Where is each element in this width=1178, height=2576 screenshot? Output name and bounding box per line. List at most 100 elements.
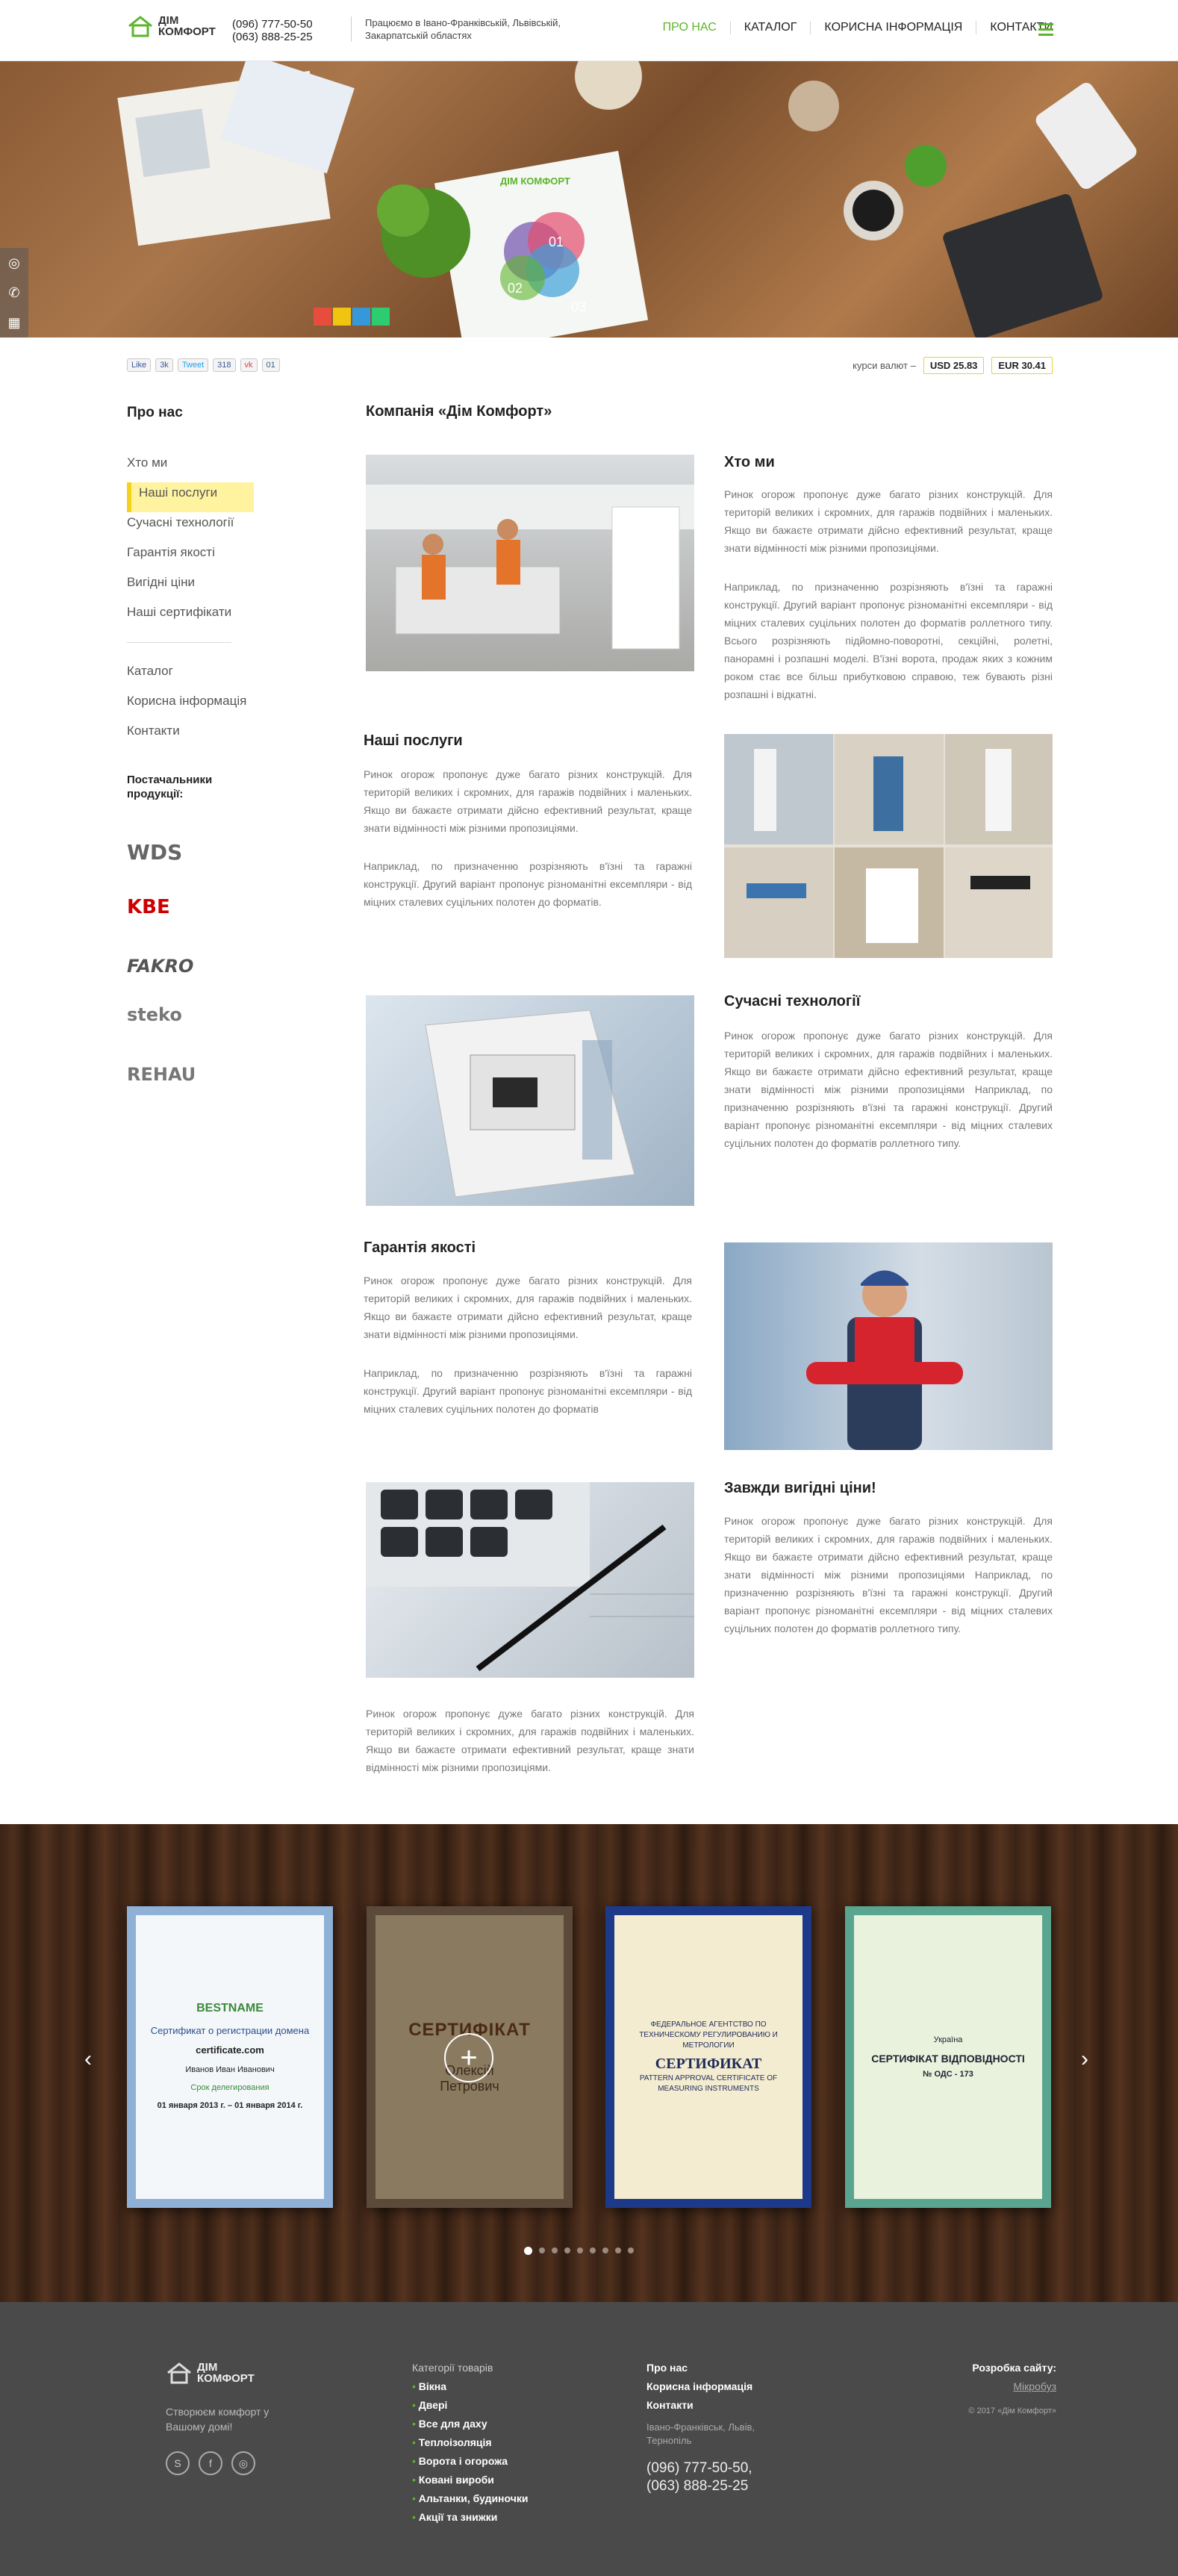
nav-useful-info[interactable]: КОРИСНА ІНФОРМАЦІЯ [810, 21, 976, 34]
carousel-next-icon[interactable]: › [1081, 2047, 1088, 2072]
skype-icon[interactable]: S [166, 2451, 190, 2475]
instagram-icon[interactable]: ◎ [0, 248, 28, 278]
sidebar-item-who-we-are[interactable]: Хто ми [127, 452, 254, 482]
sidebar-item-technologies[interactable]: Сучасні технології [127, 512, 254, 542]
supplier-steko-logo[interactable]: steko [127, 1004, 182, 1025]
section-para-prices: Ринок огорож пропонує дуже багато різних… [724, 1515, 1053, 1634]
house-icon [128, 16, 152, 37]
sidebar-item-useful-info[interactable]: Корисна інформація [127, 691, 246, 721]
site-header: ДІМ КОМФОРТ (096) 777-50-50 (063) 888-25… [0, 0, 1178, 61]
usd-rate: USD 25.83 [923, 357, 985, 374]
instagram-icon[interactable]: ◎ [231, 2451, 255, 2475]
cert-4-line2: № ОДС - 173 [923, 2069, 973, 2079]
tweet-button[interactable]: Tweet [177, 358, 209, 372]
footer-category-item[interactable]: • Акції та знижки [412, 2508, 528, 2527]
footer-link-about[interactable]: Про нас [646, 2359, 818, 2377]
footer-category-item[interactable]: • Ворота і огорожа [412, 2452, 528, 2471]
footer-phone-1[interactable]: (096) 777-50-50, [646, 2460, 818, 2477]
certificates-carousel: ‹ › BESTNAME Сертификат о регистрации до… [0, 1824, 1178, 2302]
footer-category-item[interactable]: • Двері [412, 2396, 528, 2415]
footer-logo-line1: ДІМ [197, 2361, 218, 2374]
section-para-quality-1: Ринок огорож пропонує дуже багато різних… [364, 1275, 692, 1340]
brochure-logo: ДІМ КОМФОРТ [500, 175, 570, 187]
region-text: Працюємо в Івано-Франківській, Львівські… [351, 16, 597, 42]
footer-category-item[interactable]: • Альтанки, будиночки [412, 2489, 528, 2508]
footer-categories-title: Категорії товарів [412, 2362, 493, 2374]
nav-catalog[interactable]: КАТАЛОГ [729, 21, 811, 34]
cert-1-line1: Сертификат о регистрации домена [150, 2025, 310, 2036]
carousel-dot[interactable] [539, 2247, 545, 2253]
suppliers-title: Постачальники продукції: [127, 774, 213, 800]
hero-banner: 01 02 03 ДІМ КОМФОРТ ◎ ✆ ▦ ✉ Ⓢ f ▶ [0, 61, 1178, 337]
like-count: 3k [155, 358, 173, 372]
cert-1-line3: Иванов Иван Иванович [185, 2065, 275, 2074]
cert-3-title: СЕРТИФИКАТ [655, 2056, 762, 2072]
section-para-technologies: Ринок огорож пропонує дуже багато різних… [724, 1030, 1053, 1149]
footer-link-useful-info[interactable]: Корисна інформація [646, 2377, 818, 2396]
cert-1-line5: 01 января 2013 г. – 01 января 2014 г. [157, 2101, 303, 2110]
facebook-icon[interactable]: f [199, 2451, 222, 2475]
supplier-rehau-logo[interactable]: REHAU [127, 1064, 196, 1085]
zoom-plus-icon[interactable]: + [444, 2033, 493, 2082]
footer-link-contacts[interactable]: Контакти [646, 2396, 818, 2415]
sidebar-item-certificates[interactable]: Наші сертифікати [127, 602, 254, 632]
certificate-card[interactable]: Україна СЕРТИФІКАТ ВІДПОВІДНОСТІ № ОДС -… [845, 1906, 1051, 2208]
cert-1-title: BESTNAME [196, 2002, 264, 2015]
carousel-dot[interactable] [602, 2247, 608, 2253]
nav-about[interactable]: ПРО НАС [649, 21, 730, 34]
dev-title: Розробка сайту: [972, 2362, 1056, 2374]
bottom-paragraph: Ринок огорож пропонує дуже багато різних… [366, 1708, 694, 1773]
sidebar-nav: Хто ми Наші послуги Сучасні технології Г… [127, 452, 254, 632]
qr-icon[interactable]: ▦ [0, 308, 28, 337]
workshop-image [366, 455, 694, 671]
dev-link[interactable]: Мікробуз [937, 2377, 1056, 2396]
carousel-dot[interactable] [577, 2247, 583, 2253]
carousel-dot[interactable] [564, 2247, 570, 2253]
footer-category-item[interactable]: • Все для даху [412, 2415, 528, 2433]
phone-1[interactable]: (096) 777-50-50 [232, 18, 313, 31]
certificate-card[interactable]: BESTNAME Сертификат о регистрации домена… [127, 1906, 333, 2208]
sidebar-item-quality[interactable]: Гарантія якості [127, 542, 254, 572]
carousel-dot[interactable] [590, 2247, 596, 2253]
logo-line1: ДІМ [158, 14, 179, 27]
footer-categories: Категорії товарів • Вікна • Двері • Все … [412, 2359, 528, 2527]
section-para-who-1: Ринок огорож пропонує дуже багато різних… [724, 488, 1053, 554]
carousel-prev-icon[interactable]: ‹ [84, 2047, 92, 2072]
carousel-dot[interactable] [524, 2247, 532, 2255]
menu-icon[interactable] [1038, 23, 1053, 39]
footer-category-item[interactable]: • Ковані вироби [412, 2471, 528, 2489]
sidebar-item-contacts[interactable]: Контакти [127, 721, 246, 750]
footer-phone-2[interactable]: (063) 888-25-25 [646, 2477, 818, 2495]
like-button[interactable]: Like [127, 358, 152, 372]
footer-links: Про нас Корисна інформація Контакти Іван… [646, 2359, 818, 2495]
sidebar-item-services[interactable]: Наші послуги [127, 482, 254, 512]
phone-icon[interactable]: ✆ [0, 278, 28, 308]
window-profile-image [366, 995, 694, 1206]
footer-category-item[interactable]: • Теплоізоляція [412, 2433, 528, 2452]
cert-1-line4: Срок делегирования [190, 2083, 269, 2092]
site-footer: ДІМ КОМФОРТ Створюєм комфорт у Вашому до… [0, 2302, 1178, 2576]
sidebar-item-prices[interactable]: Вигідні ціни [127, 572, 254, 602]
footer-logo[interactable]: ДІМ КОМФОРТ [166, 2362, 255, 2384]
carousel-dot[interactable] [628, 2247, 634, 2253]
section-para-services-1: Ринок огорож пропонує дуже багато різних… [364, 768, 692, 834]
chart-label-02: 02 [508, 281, 523, 296]
vk-button[interactable]: vk [240, 358, 258, 372]
certificate-card[interactable]: СЕРТИФІКАТ Олексій Петрович + [367, 1906, 573, 2208]
cert-4-line1: Україна [933, 2035, 963, 2044]
supplier-fakro-logo[interactable]: FAKRO [127, 956, 193, 977]
chart-label-01: 01 [549, 234, 564, 249]
phone-2[interactable]: (063) 888-25-25 [232, 31, 313, 43]
supplier-wds-logo[interactable]: WDS [127, 840, 182, 865]
carousel-dot[interactable] [615, 2247, 621, 2253]
section-para-quality-2: Наприклад, по призначенню розрізняють в'… [364, 1367, 692, 1415]
footer-category-item[interactable]: • Вікна [412, 2377, 528, 2396]
header-logo[interactable]: ДІМ КОМФОРТ [127, 15, 216, 37]
certificate-card[interactable]: ФЕДЕРАЛЬНОЕ АГЕНТСТВО ПО ТЕХНИЧЕСКОМУ РЕ… [605, 1906, 811, 2208]
footer-cities: Івано-Франківськ, Львів, Тернопіль [646, 2421, 755, 2446]
footer-developer: Розробка сайту: Мікробуз © 2017 «Дім Ком… [937, 2359, 1056, 2421]
sidebar-item-catalog[interactable]: Каталог [127, 661, 246, 691]
section-title-prices: Завжди вигідні ціни! [724, 1480, 876, 1496]
supplier-kbe-logo[interactable]: KBE [127, 896, 170, 918]
carousel-dot[interactable] [552, 2247, 558, 2253]
